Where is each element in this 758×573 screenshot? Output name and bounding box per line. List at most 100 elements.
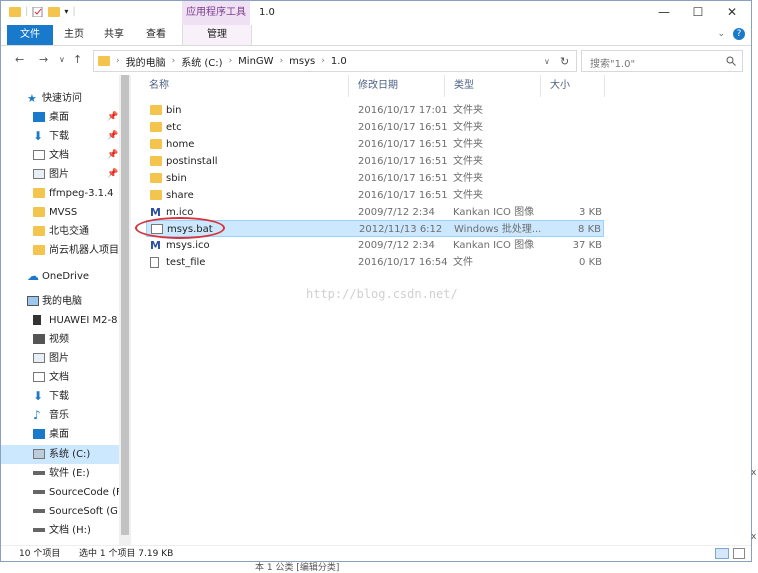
nav-downloads[interactable]: ⬇ 下载 📌 (1, 127, 119, 146)
pin-icon[interactable]: 📌 (107, 108, 118, 127)
file-row[interactable]: share 2016/10/17 16:51 文件夹 (146, 187, 604, 204)
back-arrow-icon[interactable]: ← (15, 53, 24, 66)
customize-dropdown-icon[interactable]: ▾ (64, 7, 68, 16)
column-header-type[interactable]: 类型 (454, 75, 474, 97)
search-icon[interactable] (726, 56, 736, 66)
nav-drive-e[interactable]: 软件 (E:) (1, 464, 119, 483)
chevron-right-icon[interactable]: › (321, 56, 325, 66)
nav-mvss[interactable]: MVSS (1, 203, 119, 222)
nav-pictures[interactable]: 图片 📌 (1, 165, 119, 184)
expand-ribbon-icon[interactable]: ⌄ (717, 29, 725, 39)
file-row[interactable]: home 2016/10/17 16:51 文件夹 (146, 136, 604, 153)
chevron-right-icon[interactable]: › (280, 56, 284, 66)
nav-drive-c[interactable]: 系统 (C:) (1, 445, 119, 464)
column-header-name[interactable]: 名称 (149, 75, 169, 97)
nav-pc-pictures[interactable]: 图片 (1, 349, 119, 368)
nav-beitun[interactable]: 北屯交通 (1, 222, 119, 241)
page-below-text: 本 1 公类 [编辑分类] (255, 563, 340, 573)
nav-drive-g[interactable]: SourceSoft (G:) (1, 502, 119, 521)
nav-onedrive[interactable]: ☁ OneDrive (1, 267, 119, 286)
help-icon[interactable]: ? (733, 28, 745, 40)
file-date: 2016/10/17 17:01 (358, 105, 448, 116)
recent-locations-icon[interactable]: ∨ (59, 55, 65, 64)
folder-icon (33, 207, 45, 217)
properties-icon[interactable] (32, 6, 44, 17)
nav-label: MVSS (49, 207, 78, 218)
nav-huawei[interactable]: HUAWEI M2-8 (1, 311, 119, 330)
maximize-button[interactable]: ☐ (683, 5, 713, 19)
file-row[interactable]: etc 2016/10/17 16:51 文件夹 (146, 119, 604, 136)
file-row[interactable]: bin 2016/10/17 17:01 文件夹 (146, 102, 604, 119)
address-bar[interactable]: › 我的电脑 › 系统 (C:) › MinGW › msys › 1.0 ∨ … (93, 50, 577, 72)
nav-label: 尚云机器人项目 (49, 245, 119, 256)
tab-home[interactable]: 主页 (59, 25, 89, 45)
status-bar: 10 个项目 选中 1 个项目 7.19 KB (1, 545, 751, 561)
contextual-tab-app-tools[interactable]: 应用程序工具 (182, 1, 250, 25)
breadcrumb-drive-c[interactable]: 系统 (C:) (181, 54, 222, 69)
nav-robot-project[interactable]: 尚云机器人项目 (1, 241, 119, 260)
explorer-window: | ▾ | 应用程序工具 1.0 — ☐ ✕ 文件 主页 共享 查看 管理 ⌄ … (0, 0, 752, 562)
file-row[interactable]: M msys.ico 2009/7/12 2:34 Kankan ICO 图像 … (146, 237, 604, 254)
folder-icon[interactable] (9, 6, 21, 17)
column-divider[interactable] (444, 75, 445, 97)
up-arrow-icon[interactable]: ↑ (73, 53, 82, 66)
column-header-size[interactable]: 大小 (550, 75, 570, 97)
nav-videos[interactable]: 视频 (1, 330, 119, 349)
pin-icon[interactable]: 📌 (107, 127, 118, 146)
sidebar-scrollbar[interactable] (119, 75, 131, 545)
details-view-icon[interactable] (715, 548, 729, 559)
title-bar: | ▾ | 应用程序工具 1.0 — ☐ ✕ (1, 1, 751, 25)
nav-pc-desktop[interactable]: 桌面 (1, 425, 119, 444)
file-row[interactable]: test_file 2016/10/17 16:54 文件 0 KB (146, 254, 604, 271)
breadcrumb-current[interactable]: 1.0 (331, 56, 347, 67)
search-box[interactable]: 搜索"1.0" (581, 50, 743, 72)
chevron-right-icon[interactable]: › (229, 56, 233, 66)
scrollbar-thumb[interactable] (121, 75, 129, 535)
column-divider[interactable] (348, 75, 349, 97)
forward-arrow-icon[interactable]: → (39, 53, 48, 66)
file-type: 文件夹 (453, 190, 483, 201)
file-size: 8 KB (578, 224, 601, 235)
chevron-right-icon[interactable]: › (116, 56, 120, 66)
separator: | (72, 6, 76, 17)
file-row[interactable]: postinstall 2016/10/17 16:51 文件夹 (146, 153, 604, 170)
nav-drive-f[interactable]: SourceCode (F (1, 483, 119, 502)
breadcrumb-this-pc[interactable]: 我的电脑 (126, 54, 166, 69)
nav-ffmpeg[interactable]: ffmpeg-3.1.4 (1, 184, 119, 203)
pin-icon[interactable]: 📌 (107, 165, 118, 184)
breadcrumb-mingw[interactable]: MinGW (238, 56, 273, 67)
tab-manage[interactable]: 管理 (182, 25, 252, 45)
nav-desktop[interactable]: 桌面 📌 (1, 108, 119, 127)
file-date: 2016/10/17 16:51 (358, 173, 448, 184)
close-button[interactable]: ✕ (717, 5, 747, 19)
column-header-date[interactable]: 修改日期 (358, 75, 398, 97)
new-folder-icon[interactable] (48, 6, 61, 17)
nav-drive-h[interactable]: 文档 (H:) (1, 521, 119, 540)
nav-this-pc[interactable]: 我的电脑 (1, 292, 119, 311)
refresh-icon[interactable]: ↻ (560, 55, 569, 68)
column-divider[interactable] (540, 75, 541, 97)
chevron-right-icon[interactable]: › (172, 56, 176, 66)
file-row[interactable]: sbin 2016/10/17 16:51 文件夹 (146, 170, 604, 187)
pin-icon[interactable]: 📌 (107, 146, 118, 165)
drive-icon (33, 528, 45, 532)
address-dropdown-icon[interactable]: ∨ (544, 57, 550, 66)
nav-documents[interactable]: 文档 📌 (1, 146, 119, 165)
breadcrumb-msys[interactable]: msys (289, 56, 315, 67)
desktop-icon (33, 112, 45, 122)
file-type: 文件夹 (453, 122, 483, 133)
file-row[interactable]: M m.ico 2009/7/12 2:34 Kankan ICO 图像 3 K… (146, 204, 604, 221)
nav-pc-documents[interactable]: 文档 (1, 368, 119, 387)
nav-quick-access[interactable]: ★ 快速访问 (1, 89, 119, 108)
tab-file[interactable]: 文件 (7, 25, 53, 45)
large-icons-view-icon[interactable] (733, 548, 745, 559)
file-type: 文件夹 (453, 139, 483, 150)
tab-share[interactable]: 共享 (99, 25, 129, 45)
minimize-button[interactable]: — (649, 5, 679, 19)
file-type: 文件夹 (453, 105, 483, 116)
nav-music[interactable]: ♪ 音乐 (1, 406, 119, 425)
nav-pc-downloads[interactable]: ⬇ 下载 (1, 387, 119, 406)
column-divider[interactable] (604, 75, 605, 97)
tab-view[interactable]: 查看 (141, 25, 171, 45)
ico-icon: M (150, 206, 161, 219)
